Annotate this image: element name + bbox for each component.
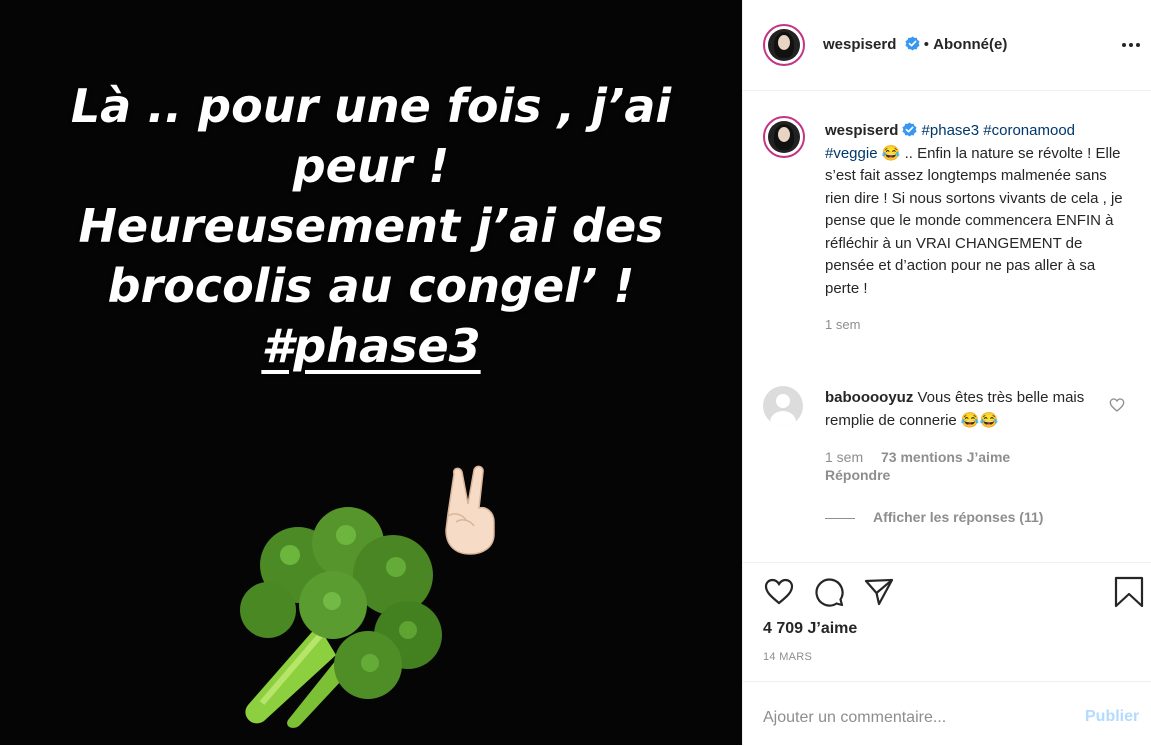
header-separator: • (923, 36, 929, 53)
verified-badge-icon (905, 36, 920, 51)
story-text: Là .. pour une fois , j’ai peur ! Heureu… (0, 76, 742, 376)
follow-status[interactable]: Abonné(e) (933, 36, 1007, 53)
post-date[interactable]: 14 MARS (763, 651, 812, 663)
like-heart-icon[interactable] (763, 576, 795, 608)
hashtag-link[interactable]: #veggie (825, 145, 878, 162)
view-replies-label[interactable]: Afficher les réponses (11) (873, 509, 1043, 525)
share-send-icon[interactable] (863, 576, 895, 608)
story-line: peur ! (292, 139, 450, 193)
more-options-icon[interactable] (1119, 35, 1143, 55)
view-replies-button[interactable]: Afficher les réponses (11) (825, 509, 1043, 525)
post-sidebar: wespiserd • Abonné(e) wespiserd #phase3 … (742, 0, 1151, 745)
comment-meta: 1 sem 73 mentions J’aime Répondre (825, 449, 1024, 483)
post-comment-button[interactable]: Publier (1085, 708, 1139, 726)
caption: wespiserd #phase3 #coronamood #veggie 😂 … (825, 120, 1125, 337)
comment-time[interactable]: 1 sem (825, 449, 863, 465)
caption-username[interactable]: wespiserd (825, 122, 898, 139)
comment-like-icon[interactable] (1109, 397, 1125, 413)
hashtag-link[interactable]: #phase3 (922, 122, 980, 139)
avatar[interactable] (763, 24, 805, 66)
broccoli-icon (240, 507, 442, 728)
story-line: Là .. pour une fois , j’ai (70, 79, 672, 133)
add-comment-bar: Publier (743, 681, 1151, 746)
comment-input[interactable] (763, 701, 1063, 735)
story-hashtag: #phase3 (261, 319, 481, 373)
post-header: wespiserd • Abonné(e) (743, 0, 1151, 91)
verified-badge-icon (902, 122, 917, 137)
comment-emojis: 😂😂 (960, 412, 999, 429)
actions-divider (743, 562, 1151, 563)
reply-button[interactable]: Répondre (825, 467, 1010, 483)
header-username[interactable]: wespiserd (823, 36, 896, 53)
likes-count[interactable]: 4 709 J’aime (763, 620, 857, 638)
caption-emoji: 😂 (881, 144, 901, 162)
replies-divider (825, 517, 855, 519)
caption-time[interactable]: 1 sem (825, 314, 1125, 337)
story-line: brocolis au congel’ ! (107, 259, 635, 313)
comment: babooooyuz Vous êtes très belle mais rem… (825, 386, 1085, 432)
caption-avatar[interactable] (763, 116, 805, 158)
story-line: Heureusement j’ai des (78, 199, 664, 253)
comment-avatar[interactable] (763, 386, 803, 426)
post-media[interactable]: Là .. pour une fois , j’ai peur ! Heureu… (0, 0, 742, 745)
comment-likes[interactable]: 73 mentions J’aime (881, 449, 1010, 465)
hashtag-link[interactable]: #coronamood (983, 122, 1075, 139)
bookmark-icon[interactable] (1113, 576, 1145, 608)
caption-text: .. Enfin la nature se révolte ! Elle s’e… (825, 144, 1123, 297)
comment-username[interactable]: babooooyuz (825, 389, 913, 406)
comment-bubble-icon[interactable] (813, 576, 845, 608)
